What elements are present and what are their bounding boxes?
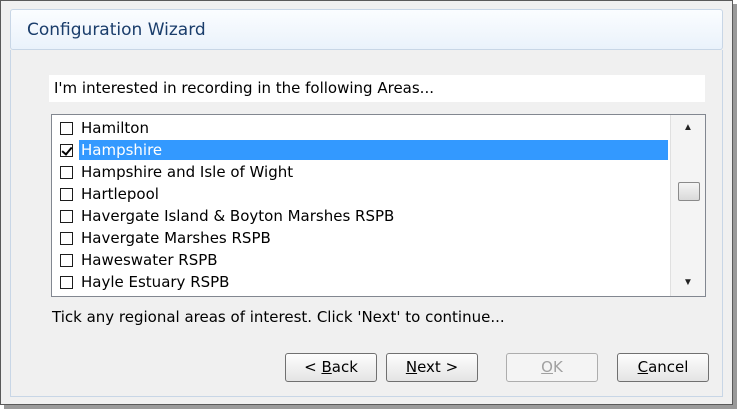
next-button-accel: N: [405, 358, 418, 376]
triangle-up-icon: ▲: [683, 122, 693, 133]
hint-text: Tick any regional areas of interest. Cli…: [52, 308, 505, 326]
list-item[interactable]: Havergate Island & Boyton Marshes RSPB: [52, 205, 668, 227]
checkbox[interactable]: [60, 165, 73, 179]
title-bar: Configuration Wizard: [10, 9, 723, 50]
scroll-up-button[interactable]: ▲: [671, 117, 705, 139]
checked-checkbox[interactable]: [60, 143, 73, 157]
ok-button-accel: O: [541, 358, 553, 376]
list-item-label: Hampshire: [79, 140, 668, 160]
list-item-label: Havergate Island & Boyton Marshes RSPB: [81, 207, 395, 225]
back-button-prefix: <: [304, 358, 322, 376]
scroll-down-button[interactable]: ▼: [671, 272, 705, 294]
areas-listbox[interactable]: Hamilton Hampshire Hampshire and Isle of W…: [51, 114, 706, 297]
back-button-rest: ack: [331, 358, 358, 376]
prompt-text: I'm interested in recording in the follo…: [49, 75, 705, 102]
checkbox[interactable]: [60, 231, 73, 245]
back-button[interactable]: < Back: [285, 353, 377, 382]
next-button[interactable]: Next >: [386, 353, 478, 382]
checkbox[interactable]: [60, 187, 73, 201]
list-item-label: Haweswater RSPB: [81, 251, 218, 269]
list-item-label: Hampshire and Isle of Wight: [81, 163, 294, 181]
list-item[interactable]: Hamilton: [52, 117, 668, 139]
ok-button-rest: K: [552, 358, 563, 376]
list-item[interactable]: Hampshire and Isle of Wight: [52, 161, 668, 183]
checkbox[interactable]: [60, 209, 73, 223]
list-item-label: Havergate Marshes RSPB: [81, 229, 271, 247]
list-item[interactable]: Hayle Estuary RSPB: [52, 271, 668, 293]
scroll-thumb[interactable]: [678, 182, 700, 201]
checkbox[interactable]: [60, 275, 73, 289]
list-item-label: Hayle Estuary RSPB: [81, 273, 230, 291]
list-item-label: Hamilton: [81, 119, 149, 137]
cancel-button-rest: ancel: [648, 358, 689, 376]
cancel-button-accel: C: [637, 358, 649, 376]
list-item[interactable]: Hartlepool: [52, 183, 668, 205]
list-item[interactable]: Havergate Marshes RSPB: [52, 227, 668, 249]
back-button-accel: B: [321, 358, 332, 376]
list-item[interactable]: Haweswater RSPB: [52, 249, 668, 271]
dialog-title: Configuration Wizard: [27, 20, 206, 40]
checkbox[interactable]: [60, 121, 73, 135]
listbox-scrollbar[interactable]: ▲ ▼: [670, 115, 705, 296]
triangle-down-icon: ▼: [683, 277, 693, 288]
list-item-label: Hartlepool: [81, 185, 159, 203]
ok-button[interactable]: OK: [506, 353, 598, 382]
next-button-rest: ext >: [417, 358, 459, 376]
checkbox[interactable]: [60, 253, 73, 267]
list-item[interactable]: Hampshire: [52, 139, 668, 161]
cancel-button[interactable]: Cancel: [617, 353, 709, 382]
areas-list-items: Hamilton Hampshire Hampshire and Isle of W…: [52, 117, 668, 293]
